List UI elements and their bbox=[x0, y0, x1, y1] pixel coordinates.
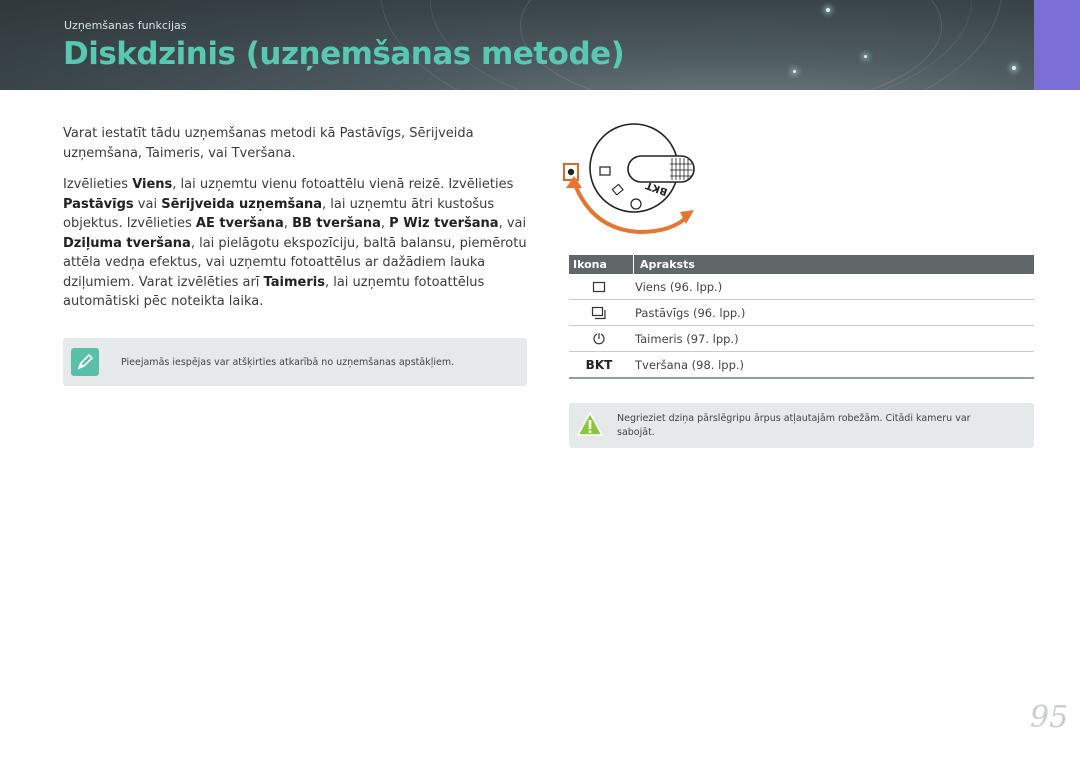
single-frame-icon bbox=[569, 281, 629, 293]
col-header-icon: Ikona bbox=[573, 258, 607, 271]
note-box: Pieejamās iespējas var atšķirties atkarī… bbox=[63, 338, 527, 386]
warning-text: Negrieziet dziņa pārslēgripu ārpus atļau… bbox=[617, 412, 971, 438]
header-banner: Uzņemšanas funkcijas Diskdzinis (uzņemša… bbox=[0, 0, 1034, 90]
warning-icon bbox=[577, 411, 603, 441]
pencil-note-icon bbox=[71, 348, 99, 376]
table-row: BKT Tveršana (98. lpp.) bbox=[569, 352, 1034, 379]
continuous-icon bbox=[569, 306, 629, 320]
table-row: Taimeris (97. lpp.) bbox=[569, 326, 1034, 352]
table-row: Pastāvīgs (96. lpp.) bbox=[569, 300, 1034, 326]
page-title: Diskdzinis (uzņemšanas metode) bbox=[63, 36, 625, 72]
col-header-desc: Apraksts bbox=[633, 255, 695, 274]
row-desc: Pastāvīgs (96. lpp.) bbox=[635, 305, 746, 320]
bkt-icon: BKT bbox=[569, 358, 629, 372]
row-desc: Viens (96. lpp.) bbox=[635, 279, 723, 294]
bkt-icon-text: BKT bbox=[585, 357, 613, 372]
drive-mode-table: Ikona Apraksts Viens (96. lpp.) Pastāvīg… bbox=[569, 255, 1034, 379]
table-header: Ikona Apraksts bbox=[569, 255, 1034, 274]
intro-paragraph-1: Varat iestatīt tādu uzņemšanas metodi kā… bbox=[63, 126, 474, 161]
row-desc: Taimeris (97. lpp.) bbox=[635, 331, 739, 346]
breadcrumb[interactable]: Uzņemšanas funkcijas bbox=[64, 19, 187, 32]
row-desc: Tveršana (98. lpp.) bbox=[635, 357, 745, 372]
drive-dial-illustration: BKT bbox=[562, 120, 702, 242]
warning-box: Negrieziet dziņa pārslēgripu ārpus atļau… bbox=[569, 403, 1034, 448]
page-number: 95 bbox=[1030, 700, 1069, 735]
timer-icon bbox=[569, 332, 629, 346]
note-text: Pieejamās iespējas var atšķirties atkarī… bbox=[121, 356, 455, 368]
intro-text: Varat iestatīt tādu uzņemšanas metodi kā… bbox=[63, 124, 533, 324]
intro-paragraph-2: Izvēlieties Viens, lai uzņemtu vienu fot… bbox=[63, 177, 527, 309]
table-row: Viens (96. lpp.) bbox=[569, 274, 1034, 300]
chapter-tab[interactable] bbox=[1034, 0, 1080, 90]
